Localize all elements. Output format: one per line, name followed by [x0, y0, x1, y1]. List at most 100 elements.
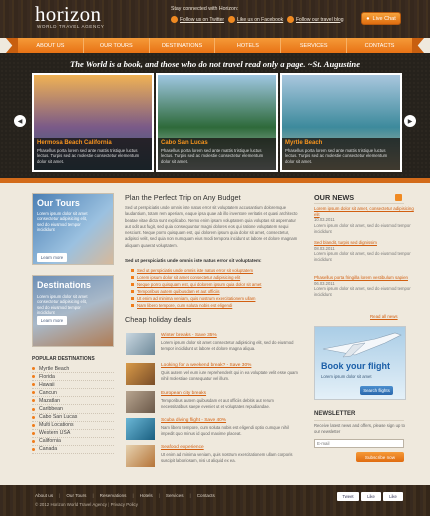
popular-destination[interactable]: Multi Locations — [32, 422, 114, 430]
footer-separator: | — [158, 493, 160, 498]
popular-destination[interactable]: Florida — [32, 373, 114, 382]
facebook-icon — [228, 16, 235, 23]
popular-destination-label: Florida — [39, 373, 55, 380]
subscribe-button[interactable]: Subscribe now — [356, 452, 404, 462]
destinations-text: Lorem ipsum dolor sit amet consectetur a… — [37, 294, 88, 316]
bullet-icon — [32, 407, 35, 411]
plan-trip-link-label: Temporibus autem quibusdam et aut offici… — [137, 289, 220, 294]
news-item[interactable]: Sed blandit, turpis sed dignissim 08.03.… — [314, 240, 414, 263]
logo[interactable]: horizon — [35, 4, 101, 25]
deal-item[interactable]: Looking for a weekend break? - Save 30% … — [126, 363, 301, 388]
facebook-link[interactable]: Like us on Facebook — [228, 15, 283, 24]
deal-thumbnail — [126, 333, 155, 355]
read-all-news-link[interactable]: Read all news — [370, 314, 398, 319]
popular-destination[interactable]: Mazatlan — [32, 397, 114, 406]
bullet-icon — [131, 276, 134, 279]
search-flights-button[interactable]: Search flights — [360, 386, 393, 395]
popular-destination[interactable]: Canada — [32, 446, 114, 455]
deal-description: Ut enim ad minima veniam, quis nostrum e… — [161, 452, 293, 463]
plan-trip-link[interactable]: Temporibus autem quibusdam et aut offici… — [131, 288, 261, 295]
footer-links: About us | Our Tours | Reservations | Hotel… — [35, 493, 215, 498]
slider-prev-arrow-icon[interactable]: ◀ — [14, 115, 26, 127]
facebook-link-label: Like us on Facebook — [237, 16, 284, 23]
nav-hotels[interactable]: HOTELS — [215, 38, 282, 53]
our-tours-learn-more-button[interactable]: Learn more — [37, 253, 67, 262]
bullet-icon — [32, 447, 35, 451]
deal-title[interactable]: Looking for a weekend break? - Save 30% — [161, 363, 251, 368]
bullet-icon — [131, 290, 134, 293]
plan-trip-link[interactable]: Lorem ipsum dolor sit amet consectetur a… — [131, 274, 261, 281]
plan-trip-link-label: Ut enim ad minima veniam, quis nostrum e… — [137, 296, 256, 301]
deal-item[interactable]: Winter breaks - Save 35% Lorem ipsum dol… — [126, 333, 301, 358]
slide-cabo-san-lucas[interactable]: Cabo San Lucas Phasellus porta lorem sed… — [156, 73, 278, 172]
nav-destinations[interactable]: DESTINATIONS — [150, 38, 216, 53]
like-button[interactable]: Like — [361, 492, 381, 501]
deal-title[interactable]: European city breaks — [161, 391, 206, 396]
news-description: Lorem ipsum dolor sit amet, sed do eiusm… — [314, 286, 411, 298]
news-title-link[interactable]: Lorem ipsum dolor sit amet, consectetur … — [314, 206, 414, 217]
popular-destination-label: Western USA — [39, 430, 71, 437]
plan-trip-title: Plan the Perfect Trip on Any Budget — [125, 193, 241, 202]
destinations-box[interactable]: Destinations Lorem ipsum dolor sit amet … — [32, 275, 114, 347]
plan-trip-link[interactable]: Nam libero tempore, cum soluta nobis est… — [131, 302, 261, 309]
deal-description: Temporibus autem quibusdam et aut offici… — [161, 398, 274, 409]
logo-tagline: WORLD TRAVEL AGENCY — [37, 24, 105, 29]
bullet-icon — [32, 383, 35, 387]
news-item[interactable]: Phasellus porta fringilla lorem vestibul… — [314, 275, 414, 298]
deal-thumbnail — [126, 391, 155, 413]
nav-our-tours[interactable]: OUR TOURS — [84, 38, 150, 53]
slide-myrtle-beach[interactable]: Myrtle Beach Phasellus porta lorem sed a… — [280, 73, 402, 172]
live-chat-button[interactable]: ● Live Chat — [361, 12, 401, 25]
newsletter-email-input[interactable] — [314, 439, 404, 448]
nav-contacts[interactable]: CONTACTS — [347, 38, 412, 53]
deal-title[interactable]: Seafood experience — [161, 445, 204, 450]
page: horizon WORLD TRAVEL AGENCY Stay connect… — [0, 0, 430, 516]
footer-link-about-us[interactable]: About us — [35, 493, 53, 498]
tweet-button[interactable]: Tweet — [337, 492, 359, 501]
footer-copyright: © 2012 Horizon World Travel Agency | Pri… — [35, 502, 138, 507]
nav-services[interactable]: SERVICES — [281, 38, 348, 53]
bullet-icon — [32, 375, 35, 379]
deal-title[interactable]: Winter breaks - Save 35% — [161, 333, 217, 338]
twitter-link-label: Follow us on Twitter — [180, 16, 225, 23]
deal-item[interactable]: Scuba diving flight - Save 40% Nam liber… — [126, 418, 301, 443]
footer-link-services[interactable]: Services — [166, 493, 184, 498]
popular-destination[interactable]: California — [32, 438, 114, 446]
news-item[interactable]: Lorem ipsum dolor sit amet, consectetur … — [314, 206, 414, 235]
slider-next-arrow-icon[interactable]: ▶ — [404, 115, 416, 127]
deal-item[interactable]: European city breaks Temporibus autem qu… — [126, 391, 301, 416]
popular-destination[interactable]: Cancun — [32, 389, 114, 398]
footer-link-contacts[interactable]: Contacts — [197, 493, 215, 498]
slide-title: Myrtle Beach — [285, 140, 323, 146]
plan-trip-link[interactable]: Neque porro quisquam est, qui dolorem ip… — [131, 281, 261, 288]
destinations-learn-more-button[interactable]: Learn more — [37, 316, 67, 325]
plan-trip-link[interactable]: Ut enim ad minima veniam, quis nostrum e… — [131, 295, 261, 302]
popular-destination[interactable]: Caribbean — [32, 405, 114, 414]
slide-hermosa-beach[interactable]: Hermosa Beach California Phasellus porta… — [32, 73, 154, 172]
blog-link[interactable]: Follow our travel blog — [287, 15, 344, 24]
book-flight-banner[interactable]: Book your flight Lorem ipsum dolor sit a… — [314, 326, 406, 400]
popular-destination[interactable]: Myrtle Beach — [32, 365, 114, 374]
bullet-icon — [32, 431, 35, 435]
facebook-like-button[interactable]: Like — [383, 492, 403, 501]
footer-link-reservations[interactable]: Reservations — [100, 493, 127, 498]
popular-destination[interactable]: Western USA — [32, 430, 114, 438]
popular-destination[interactable]: Hawaii — [32, 381, 114, 390]
twitter-icon — [171, 16, 178, 23]
popular-destination[interactable]: Cabo San Lucas — [32, 414, 114, 422]
twitter-link[interactable]: Follow us on Twitter — [171, 15, 224, 24]
footer-separator: | — [59, 493, 61, 498]
rss-icon[interactable] — [395, 194, 402, 201]
book-flight-text: Lorem ipsum dolor sit amet — [321, 374, 372, 379]
our-tours-box[interactable]: Our Tours Lorem ipsum dolor sit amet con… — [32, 193, 114, 265]
plan-trip-link[interactable]: Sed ut perspiciatis unde omnis iste natu… — [131, 267, 261, 274]
deal-item[interactable]: Seafood experience Ut enim ad minima ven… — [126, 445, 301, 470]
our-tours-text: Lorem ipsum dolor sit amet consectetur a… — [37, 211, 88, 233]
deal-title[interactable]: Scuba diving flight - Save 40% — [161, 418, 226, 423]
news-title-link[interactable]: Phasellus porta fringilla lorem vestibul… — [314, 275, 414, 281]
privacy-policy-link[interactable]: Privacy Policy — [111, 502, 138, 507]
footer-link-our-tours[interactable]: Our Tours — [66, 493, 86, 498]
nav-about-us[interactable]: ABOUT US — [18, 38, 84, 53]
footer-link-hotels[interactable]: Hotels — [140, 493, 153, 498]
bullet-icon — [32, 439, 35, 443]
